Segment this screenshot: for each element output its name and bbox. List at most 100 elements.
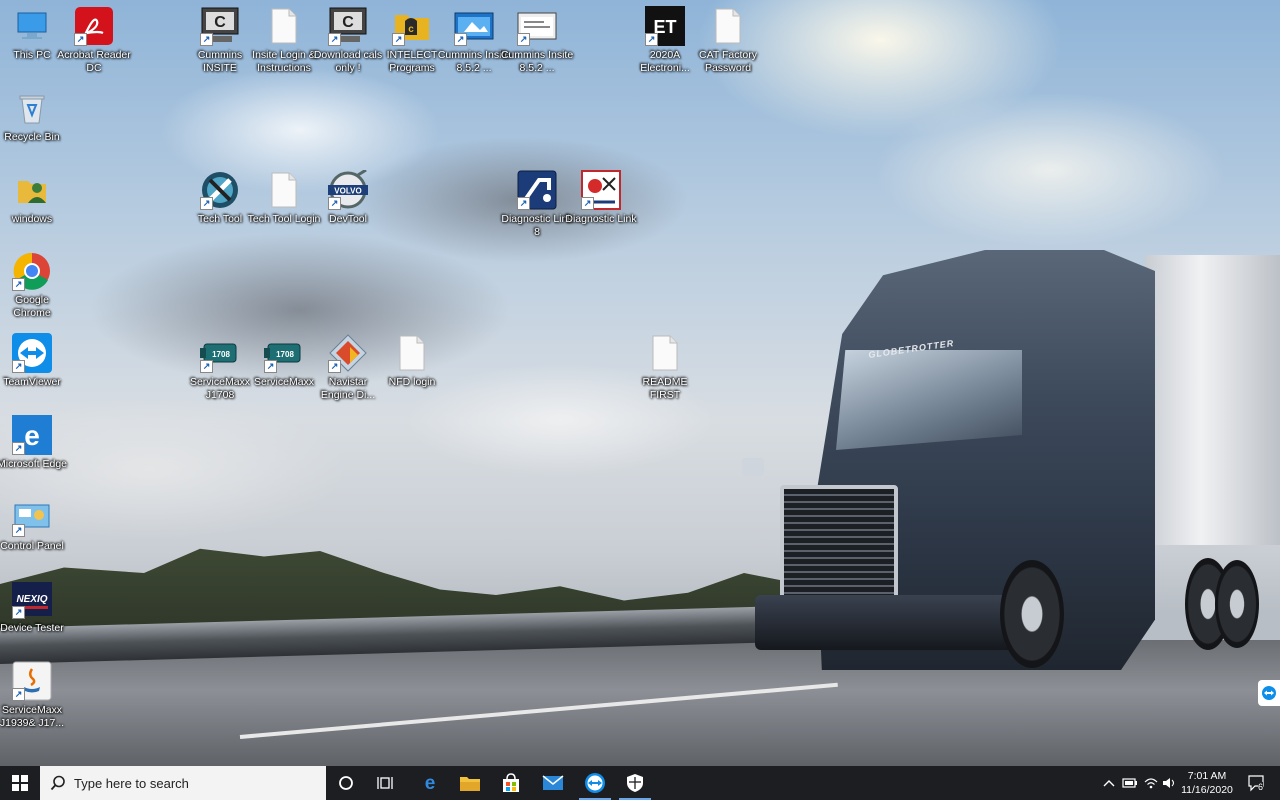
shortcut-arrow-icon: ↗: [12, 278, 25, 291]
desktop-icon-recycle-bin[interactable]: Recycle Bin: [0, 88, 69, 144]
taskbar: Type here to search e 7:01 AM 11/16/2020: [0, 766, 1280, 800]
shortcut-arrow-icon: ↗: [328, 33, 341, 46]
desktop-icon-devtool[interactable]: VOLVO ↗ DevTool: [311, 170, 385, 226]
task-view-button[interactable]: [366, 766, 406, 800]
desktop-icon-servicemaxx-j1708[interactable]: 1708 ↗ ServiceMaxx J1708: [183, 333, 257, 402]
servicemaxx-engine-icon: 1708 ↗: [200, 333, 240, 373]
taskbar-security[interactable]: [615, 766, 655, 800]
taskbar-store[interactable]: [491, 766, 531, 800]
shortcut-arrow-icon: ↗: [12, 442, 25, 455]
diagnostic-link-red-icon: ↗: [581, 170, 621, 210]
svg-text:C: C: [214, 14, 226, 31]
insite-window-icon: ↗: [454, 6, 494, 46]
desktop-icon-control-panel[interactable]: ↗ Control Panel: [0, 497, 69, 553]
wifi-icon: [1144, 778, 1158, 789]
start-button[interactable]: [0, 766, 40, 800]
action-center-button[interactable]: 6: [1242, 766, 1270, 800]
task-view-icon: [377, 777, 393, 789]
text-document-icon: [264, 170, 304, 210]
shortcut-arrow-icon: ↗: [517, 33, 530, 46]
truck-trailer: [1145, 255, 1280, 545]
desktop-icon-device-tester[interactable]: NEXIQ ↗ Device Tester: [0, 579, 69, 635]
cortana-circle-icon: [339, 776, 353, 790]
shortcut-arrow-icon: ↗: [12, 360, 25, 373]
speaker-icon: [1163, 778, 1175, 788]
windows-logo-icon: [12, 775, 28, 791]
taskbar-mail[interactable]: [533, 766, 573, 800]
desktop-icon-servicemaxx[interactable]: 1708 ↗ ServiceMaxx: [247, 333, 321, 389]
teamviewer-side-tab[interactable]: [1258, 680, 1280, 706]
desktop-icon-teamviewer[interactable]: ↗ TeamViewer: [0, 333, 69, 389]
tech-tool-icon: ↗: [200, 170, 240, 210]
chrome-icon: ↗: [12, 251, 52, 291]
desktop-icon-servicemaxx-j1939[interactable]: ↗ ServiceMaxx J1939& J17...: [0, 661, 69, 730]
desktop-icon-diagnostic-link-8[interactable]: ↗ Diagnostic Link 8: [500, 170, 574, 239]
control-panel-icon: ↗: [12, 497, 52, 537]
notification-count: 6: [1258, 782, 1264, 792]
servicemaxx-engine-icon: 1708 ↗: [264, 333, 304, 373]
desktop-icon-download-cals[interactable]: C ↗ Download cals only !: [311, 6, 385, 75]
desktop-icon-chrome[interactable]: ↗ Google Chrome: [0, 251, 69, 320]
teamviewer-icon: ↗: [12, 333, 52, 373]
teamviewer-icon: [585, 773, 605, 793]
network-tray-button[interactable]: [1142, 766, 1160, 800]
desktop-icon-readme[interactable]: README FIRST: [628, 333, 702, 402]
truck-mirror: [742, 458, 764, 476]
shield-icon: [627, 774, 643, 792]
recycle-bin-icon: [12, 88, 52, 128]
mail-icon: [542, 775, 564, 790]
teamviewer-icon: [1262, 686, 1276, 700]
taskbar-file-explorer[interactable]: [450, 766, 490, 800]
navistar-icon: ↗: [328, 333, 368, 373]
insite-window-icon: ↗: [517, 6, 557, 46]
shortcut-arrow-icon: ↗: [392, 33, 405, 46]
shortcut-arrow-icon: ↗: [328, 197, 341, 210]
this-pc-icon: [12, 6, 52, 46]
java-icon: ↗: [12, 661, 52, 701]
shortcut-arrow-icon: ↗: [517, 197, 530, 210]
show-hidden-icons-button[interactable]: [1100, 766, 1118, 800]
svg-text:e: e: [425, 773, 436, 793]
desktop-icon-navistar[interactable]: ↗ Navistar Engine Di...: [311, 333, 385, 402]
desktop-icon-cummins-insite[interactable]: C ↗ Cummins INSITE: [183, 6, 257, 75]
insite-icon: C ↗: [200, 6, 240, 46]
edge-icon: e: [425, 773, 436, 793]
search-placeholder: Type here to search: [74, 775, 189, 791]
desktop-icon-windows[interactable]: windows: [0, 170, 69, 226]
desktop-icon-insite-login[interactable]: Insite Login & Instructions: [247, 6, 321, 75]
desktop-icon-cat-factory[interactable]: CAT Factory Password: [691, 6, 765, 75]
edge-icon: e ↗: [12, 415, 52, 455]
volvo-icon: VOLVO ↗: [328, 170, 368, 210]
shortcut-arrow-icon: ↗: [645, 33, 658, 46]
battery-tray-button[interactable]: [1120, 766, 1140, 800]
text-document-icon: [645, 333, 685, 373]
search-input[interactable]: Type here to search: [40, 766, 326, 800]
taskbar-edge[interactable]: e: [410, 766, 450, 800]
shortcut-arrow-icon: ↗: [328, 360, 341, 373]
shortcut-arrow-icon: ↗: [454, 33, 467, 46]
desktop-icon-diagnostic-link[interactable]: ↗ Diagnostic Link: [564, 170, 638, 226]
shortcut-arrow-icon: ↗: [12, 524, 25, 537]
shortcut-arrow-icon: ↗: [581, 197, 594, 210]
clock-time: 7:01 AM: [1187, 770, 1227, 782]
nexiq-glyph: NEXIQ: [16, 594, 47, 605]
desktop-icon-cummins-insite-852b[interactable]: ↗ Cummins Insite 8.5.2 ...: [500, 6, 574, 75]
truck-bumper: [755, 595, 1025, 650]
intelect-folder-icon: c ↗: [392, 6, 432, 46]
user-folder-icon: [12, 170, 52, 210]
desktop-icon-edge[interactable]: e ↗ Microsoft Edge: [0, 415, 69, 471]
text-document-icon: [708, 6, 748, 46]
desktop-icon-acrobat[interactable]: ↗ Acrobat Reader DC: [57, 6, 131, 75]
shortcut-arrow-icon: ↗: [74, 33, 87, 46]
desktop-icon-tech-tool[interactable]: ↗ Tech Tool: [183, 170, 257, 226]
shortcut-arrow-icon: ↗: [200, 197, 213, 210]
shortcut-arrow-icon: ↗: [200, 360, 213, 373]
search-icon: [50, 775, 65, 791]
servicemaxx-glyph: 1708: [212, 350, 230, 359]
desktop-icon-nfd-login[interactable]: NFD login: [375, 333, 449, 389]
desktop-icon-tech-tool-login[interactable]: Tech Tool Login: [247, 170, 321, 226]
taskbar-teamviewer[interactable]: [575, 766, 615, 800]
diagnostic-link-icon: ↗: [517, 170, 557, 210]
cortana-button[interactable]: [326, 766, 366, 800]
system-clock[interactable]: 7:01 AM 11/16/2020: [1176, 769, 1238, 797]
